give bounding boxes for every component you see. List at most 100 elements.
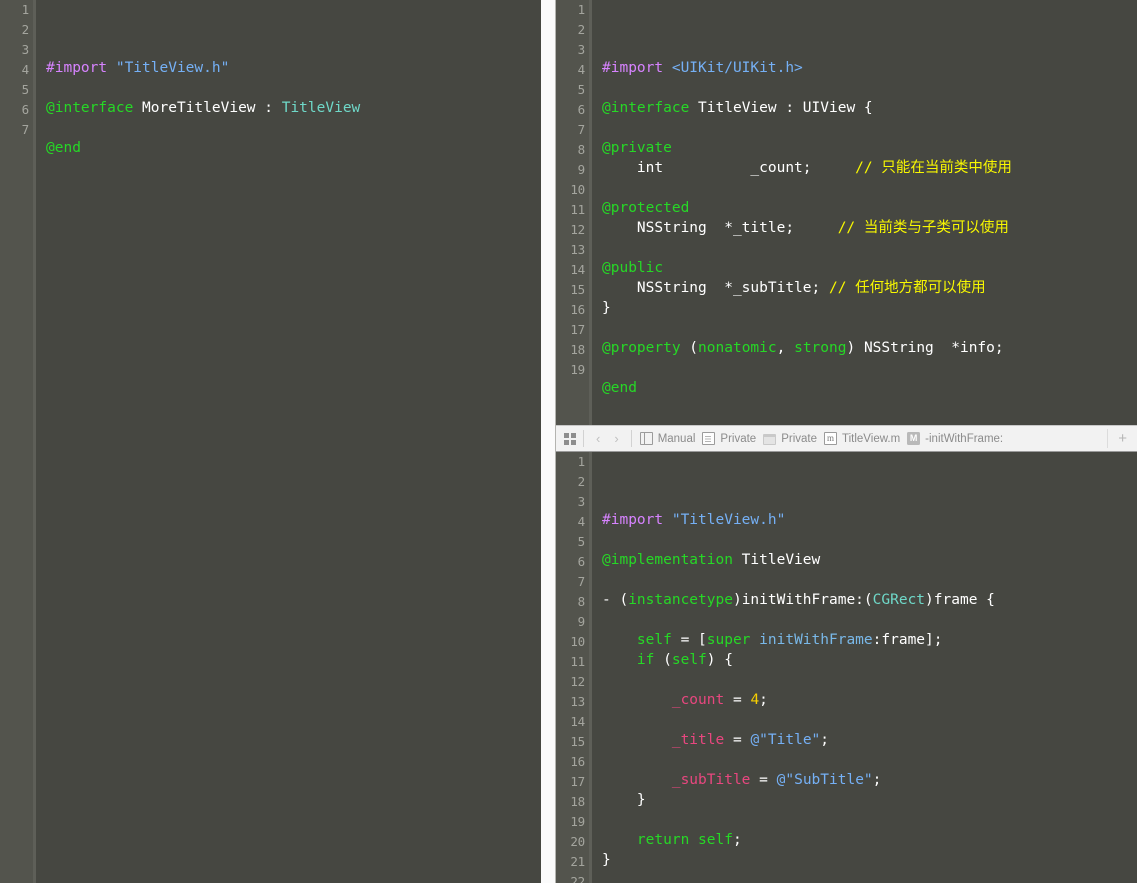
code-line: @interface MoreTitleView : TitleView xyxy=(46,98,541,118)
code-token: @interface xyxy=(602,100,690,116)
line-number: 12 xyxy=(570,674,585,689)
line-number: 10 xyxy=(570,182,585,197)
code-line: @private xyxy=(602,138,1137,158)
line-number: 15 xyxy=(570,734,585,749)
line-number: 2 xyxy=(577,474,586,489)
jump-bar-item-private-document[interactable]: Private xyxy=(699,428,760,449)
code-line: int _count; // 只能在当前类中使用 xyxy=(602,158,1137,178)
line-number: 9 xyxy=(577,614,586,629)
code-token: ) NSString *info; xyxy=(846,340,1004,356)
code-line: @end xyxy=(46,138,541,158)
code-token: if xyxy=(636,652,655,668)
code-token: #import xyxy=(46,60,116,76)
code-token: - ( xyxy=(602,592,629,608)
code-token: ; xyxy=(820,732,830,748)
code-token: TitleView xyxy=(732,552,821,568)
code-token: // 当前类与子类可以使用 xyxy=(837,220,1009,236)
code-line: self = [super initWithFrame:frame]; xyxy=(602,630,1137,650)
editor-pane-top-right[interactable]: 1 2 3 4 5 6 7 8 9 10 11 12 13 14 15 16 17 18 19 #import <U… xyxy=(556,0,1137,425)
jump-bar-item-private-folder[interactable]: Private xyxy=(760,428,821,449)
jump-bar-item-file-label: TitleView.m xyxy=(842,432,901,445)
code-token: = xyxy=(724,732,751,748)
line-number: 13 xyxy=(570,694,585,709)
line-number: 16 xyxy=(570,754,585,769)
line-number: 1 xyxy=(577,2,586,17)
line-number: 4 xyxy=(21,62,30,77)
line-number: 2 xyxy=(577,22,586,37)
line-number-gutter-top-right: 1 2 3 4 5 6 7 8 9 10 11 12 13 14 15 16 17 18 19 xyxy=(556,0,592,425)
code-lines-left: #import "TitleView.h" @interface MoreTit… xyxy=(46,38,541,178)
vertical-split-divider[interactable] xyxy=(541,0,556,883)
code-line: #import <UIKit/UIKit.h> xyxy=(602,58,1137,78)
code-token: self xyxy=(636,632,672,648)
editor-pane-left[interactable]: 1 2 3 4 5 6 7 #import "TitleView.h" @interface… xyxy=(0,0,541,883)
code-token: )initWithFrame:( xyxy=(732,592,873,608)
code-line: } xyxy=(602,298,1137,318)
gutter-edge-bottom-right xyxy=(589,452,592,883)
objc-m-file-icon: m xyxy=(824,432,837,445)
back-button[interactable]: ‹ xyxy=(589,432,607,445)
line-number: 19 xyxy=(570,362,585,377)
gutter-lines-left: 1 2 3 4 5 6 7 xyxy=(0,0,30,140)
line-number: 13 xyxy=(570,242,585,257)
editor-pane-bottom-right[interactable]: 1 2 3 4 5 6 7 8 9 10 11 12 13 14 15 16 17 18 19 20 21 22 #imp… xyxy=(556,452,1137,883)
line-number: 3 xyxy=(577,494,586,509)
line-number-gutter-bottom-right: 1 2 3 4 5 6 7 8 9 10 11 12 13 14 15 16 17 18 19 20 21 22 xyxy=(556,452,592,883)
code-line: @implementation TitleView xyxy=(602,550,1137,570)
related-items-grid-icon xyxy=(564,432,576,445)
jump-bar-item-file[interactable]: m TitleView.m xyxy=(821,428,904,449)
code-line: #import "TitleView.h" xyxy=(46,58,541,78)
line-number: 7 xyxy=(21,122,30,137)
line-number: 18 xyxy=(570,794,585,809)
code-line: NSString *_subTitle; // 任何地方都可以使用 xyxy=(602,278,1137,298)
related-items-button[interactable] xyxy=(562,428,578,449)
line-number: 19 xyxy=(570,814,585,829)
code-token: _count xyxy=(671,692,725,708)
jump-bar-divider-1 xyxy=(583,430,584,447)
code-area-bottom-right[interactable]: #import "TitleView.h" @implementation Ti… xyxy=(592,452,1137,883)
code-token: #import xyxy=(602,512,672,528)
add-editor-button[interactable]: + xyxy=(1107,429,1137,448)
jump-bar-item-manual[interactable]: Manual xyxy=(637,428,700,449)
code-token: } xyxy=(602,792,646,808)
forward-button[interactable]: › xyxy=(607,432,625,445)
line-number: 22 xyxy=(570,874,585,883)
code-token: strong xyxy=(794,340,847,356)
code-token: return xyxy=(636,832,690,848)
code-token: @property xyxy=(602,340,681,356)
code-line: @property (nonatomic, strong) NSString *… xyxy=(602,338,1137,358)
code-line: if (self) { xyxy=(602,650,1137,670)
jump-bar-item-symbol[interactable]: M -initWithFrame: xyxy=(904,428,1007,449)
jump-bar-divider-2 xyxy=(630,430,632,447)
line-number: 18 xyxy=(570,342,585,357)
code-token: ; xyxy=(759,692,768,708)
code-area-left[interactable]: #import "TitleView.h" @interface MoreTit… xyxy=(36,0,541,883)
code-token: ) { xyxy=(706,652,733,668)
code-token: self xyxy=(671,652,707,668)
code-area-top-right[interactable]: #import <UIKit/UIKit.h> @interface Title… xyxy=(592,0,1137,425)
jump-bar-item-symbol-label: -initWithFrame: xyxy=(925,432,1004,445)
code-line: _title = @"Title"; xyxy=(602,730,1137,750)
jump-bar-item-private-folder-label: Private xyxy=(781,432,817,445)
jump-bar-item-private-document-label: Private xyxy=(720,432,757,445)
code-token: } xyxy=(602,300,611,316)
code-token: @protected xyxy=(602,200,690,216)
code-token: = xyxy=(724,692,751,708)
code-token: nonatomic xyxy=(698,340,777,356)
code-token: MoreTitleView : xyxy=(133,100,282,116)
